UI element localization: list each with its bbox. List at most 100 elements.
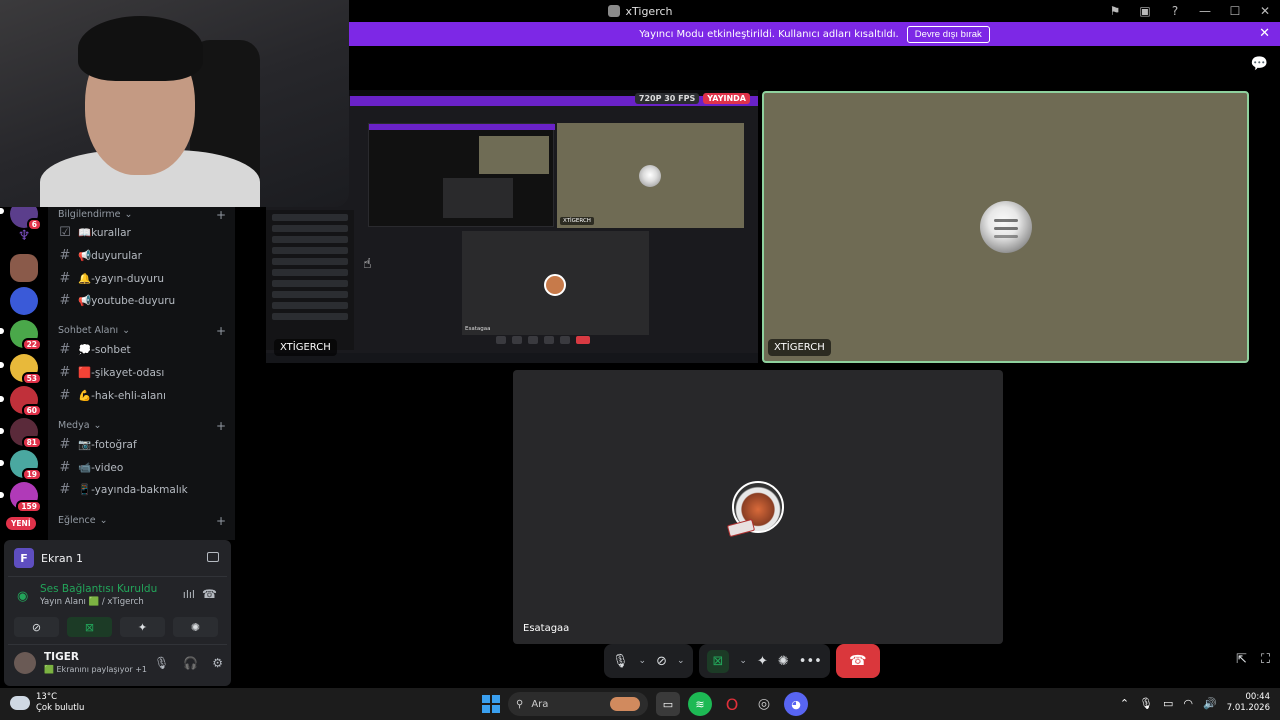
- close-window-button[interactable]: ✕: [1250, 0, 1280, 22]
- streamer-mode-banner: Yayıncı Modu etkinleştirildi. Kullanıcı …: [349, 22, 1280, 46]
- channel-name: 📱-yayında-bakmalık: [78, 483, 188, 496]
- gear-icon[interactable]: ⚙: [212, 656, 223, 670]
- fullscreen-icon[interactable]: ⛶: [1261, 652, 1270, 667]
- disconnect-icon[interactable]: ☎: [202, 587, 217, 601]
- channel-sidebar: Bilgilendirme ⌄ + ☑ 📖kurallar # 📢duyurular …: [48, 200, 235, 540]
- channel-item[interactable]: # 📱-yayında-bakmalık: [58, 480, 188, 498]
- category-name: Bilgilendirme: [58, 209, 121, 220]
- taskbar-search[interactable]: ⚲ Ara: [508, 692, 648, 716]
- screen-share-icon[interactable]: ⊠: [706, 649, 730, 673]
- screen-share-label: XTİGERCH: [274, 339, 337, 356]
- channel-item[interactable]: # 📢duyurular: [58, 246, 142, 264]
- voice-status[interactable]: Ses Bağlantısı Kuruldu: [40, 583, 157, 595]
- participant-tile[interactable]: Esatagaa: [513, 370, 1003, 644]
- flag-icon[interactable]: ⚑: [1100, 0, 1130, 22]
- server-icon[interactable]: 53: [10, 354, 42, 385]
- chevron-down-icon[interactable]: ⌄: [677, 656, 685, 666]
- end-call-button[interactable]: ☎: [835, 644, 880, 678]
- user-tools: 🎙 🎧 ⚙: [154, 656, 223, 670]
- server-icon[interactable]: 60: [10, 386, 42, 417]
- category-header[interactable]: Sohbet Alanı ⌄ +: [58, 324, 226, 338]
- minimize-button[interactable]: —: [1190, 0, 1220, 22]
- close-icon[interactable]: ✕: [1259, 26, 1270, 41]
- avatar-decoration: [726, 518, 756, 538]
- os-taskbar: 13°C Çok bulutlu ⚲ Ara ▭ ≋ O ◎ ◕ ⌃ 🎙 ▭ ◠…: [0, 688, 1280, 720]
- microphone-icon[interactable]: 🎙: [612, 654, 629, 669]
- soundboard-icon[interactable]: ✺: [778, 654, 789, 669]
- category-header[interactable]: Eğlence ⌄ +: [58, 514, 226, 528]
- channel-item[interactable]: # 📢youtube-duyuru: [58, 291, 176, 309]
- microphone-icon[interactable]: 🎙: [1139, 697, 1153, 710]
- inbox-icon[interactable]: ▣: [1130, 0, 1160, 22]
- avatar[interactable]: [14, 652, 36, 674]
- disable-streamer-mode-button[interactable]: Devre dışı bırak: [906, 25, 990, 43]
- category-header[interactable]: Bilgilendirme ⌄ +: [58, 208, 226, 222]
- av-controls: 🎙 ⌄ ⊘ ⌄: [604, 644, 693, 678]
- server-icon[interactable]: [10, 287, 38, 315]
- hash-icon: #: [59, 247, 71, 263]
- server-icon[interactable]: 22: [10, 320, 42, 351]
- category-name: Sohbet Alanı: [58, 325, 119, 336]
- window-title-text: xTigerch: [625, 4, 673, 18]
- activities-icon[interactable]: ✦: [757, 654, 768, 669]
- channel-item[interactable]: # 📹-video: [58, 458, 124, 476]
- server-icon[interactable]: 159: [10, 482, 42, 513]
- server-icon[interactable]: [10, 254, 38, 282]
- nested-taskbar: [266, 353, 758, 363]
- clock-date: 7.01.2026: [1226, 703, 1270, 713]
- weather-widget[interactable]: 13°C Çok bulutlu: [10, 692, 84, 714]
- screen-share-item[interactable]: F Ekran 1: [14, 548, 83, 568]
- channel-item[interactable]: ☑ 📖kurallar: [58, 223, 131, 241]
- server-icon[interactable]: 19: [10, 450, 42, 481]
- system-tray: ⌃ 🎙 ▭ ◠ 🔊 00:44 7.01.2026: [1120, 692, 1270, 714]
- monitor-icon[interactable]: ▭: [1163, 697, 1173, 710]
- spotify-icon[interactable]: ≋: [688, 692, 712, 716]
- hash-icon: #: [59, 481, 71, 497]
- webcam-overlay: [0, 0, 349, 207]
- headphones-icon[interactable]: 🎧: [183, 656, 198, 670]
- task-view-icon[interactable]: ▭: [656, 692, 680, 716]
- channel-item[interactable]: # 💪-hak-ehli-alanı: [58, 386, 166, 404]
- maximize-button[interactable]: ☐: [1220, 0, 1250, 22]
- activities-button[interactable]: ✦: [120, 617, 165, 637]
- server-icon[interactable]: ♆: [10, 222, 38, 250]
- camera-off-icon[interactable]: ⊘: [656, 654, 667, 669]
- category-header[interactable]: Medya ⌄ +: [58, 419, 226, 433]
- add-channel-icon[interactable]: +: [216, 208, 226, 222]
- channel-item[interactable]: # 📷-fotoğraf: [58, 435, 137, 453]
- chevron-down-icon[interactable]: ⌄: [639, 656, 647, 666]
- chevron-up-icon[interactable]: ⌃: [1120, 697, 1129, 710]
- hash-icon: #: [59, 364, 71, 380]
- server-icon[interactable]: 81: [10, 418, 42, 449]
- call-controls: 🎙 ⌄ ⊘ ⌄ ⊠ ⌄ ✦ ✺ ••• ☎: [604, 644, 880, 678]
- add-channel-icon[interactable]: +: [216, 419, 226, 433]
- discord-icon[interactable]: ◕: [784, 692, 808, 716]
- chevron-down-icon[interactable]: ⌄: [739, 656, 747, 666]
- channel-item[interactable]: # 🔔-yayın-duyuru: [58, 269, 165, 287]
- microphone-icon[interactable]: 🎙: [154, 656, 169, 670]
- clock[interactable]: 00:44 7.01.2026: [1227, 692, 1270, 714]
- soundboard-button[interactable]: ✺: [173, 617, 218, 637]
- chat-icon[interactable]: 💬: [1251, 56, 1268, 72]
- windows-start-icon[interactable]: [482, 695, 500, 713]
- wifi-icon[interactable]: ◠: [1183, 697, 1193, 710]
- search-highlight-icon: [610, 697, 640, 711]
- popout-icon[interactable]: ⇱: [1236, 652, 1247, 667]
- camera-tile[interactable]: XTİGERCH: [762, 91, 1249, 363]
- waveform-icon[interactable]: ılıl: [183, 588, 195, 601]
- divider: [8, 576, 227, 577]
- channel-item[interactable]: # 💭-sohbet: [58, 340, 131, 358]
- add-channel-icon[interactable]: +: [216, 324, 226, 338]
- unread-pip: [0, 460, 4, 466]
- opera-icon[interactable]: O: [720, 692, 744, 716]
- channel-item[interactable]: # 🟥-şikayet-odası: [58, 363, 165, 381]
- screen-share-button[interactable]: ⊠: [67, 617, 112, 637]
- help-icon[interactable]: ?: [1160, 0, 1190, 22]
- add-channel-icon[interactable]: +: [216, 514, 226, 528]
- title-bar-controls: ⚑ ▣ ? — ☐ ✕: [1100, 0, 1280, 22]
- more-icon[interactable]: •••: [799, 654, 822, 669]
- stop-stream-icon[interactable]: [207, 552, 219, 562]
- steam-icon[interactable]: ◎: [752, 692, 776, 716]
- camera-off-button[interactable]: ⊘: [14, 617, 59, 637]
- volume-icon[interactable]: 🔊: [1203, 697, 1217, 710]
